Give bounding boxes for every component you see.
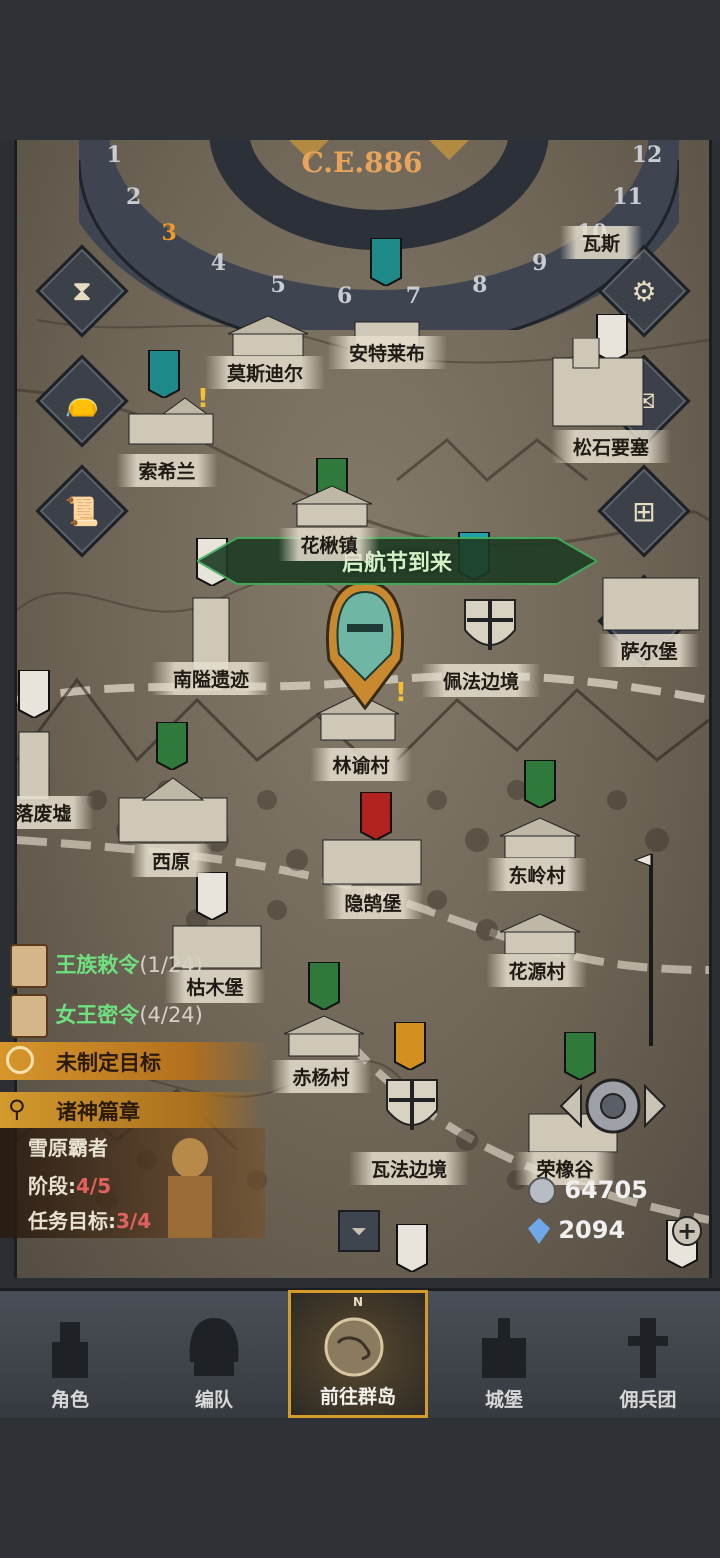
banner-green: [308, 962, 340, 1010]
location-label[interactable]: 瓦斯: [559, 226, 643, 259]
gear-icon: ⚙: [631, 274, 657, 308]
silver-coin-icon: [528, 1177, 556, 1205]
location-label[interactable]: 南隘遗迹: [150, 662, 272, 695]
location-label[interactable]: 萨尔堡: [598, 634, 700, 667]
location-label[interactable]: 索希兰: [116, 454, 218, 487]
location-label[interactable]: 花楸镇: [278, 528, 380, 561]
building[interactable]: [279, 1014, 369, 1058]
crystal-icon: [528, 1218, 550, 1244]
building[interactable]: [317, 830, 427, 886]
search-label: 诸神篇章: [56, 1100, 140, 1124]
calendar-month: 4: [210, 250, 227, 277]
chapter-panel[interactable]: 雪原霸者 阶段:4/5 任务目标:3/4: [0, 1128, 265, 1238]
add-resource-button[interactable]: +: [672, 1216, 702, 1246]
location-label[interactable]: 东岭村: [486, 858, 588, 891]
chapter-search-bar[interactable]: ⚲ 诸神篇章: [0, 1092, 265, 1128]
plus-icon: +: [676, 1217, 698, 1245]
location-label[interactable]: 西原: [129, 844, 213, 877]
calendar-month: 9: [531, 250, 548, 277]
building[interactable]: [543, 338, 653, 428]
building[interactable]: [357, 1070, 467, 1146]
banner-green: [524, 760, 556, 808]
crystal-resource: 2094: [528, 1216, 625, 1244]
calendar-month: 7: [405, 282, 421, 309]
quest-alert-icon: !: [395, 678, 407, 708]
map-scroll-flag[interactable]: [631, 850, 661, 1050]
calendar-month: 8: [472, 271, 488, 298]
castle-gate-icon: ⊞: [632, 494, 656, 528]
banner-teal: [370, 238, 402, 286]
target-icon: [6, 1046, 34, 1074]
calendar-month: 11: [612, 183, 643, 210]
compass-north: N: [352, 1295, 364, 1309]
castle-icon: [482, 1318, 526, 1378]
mercenary-icon: [628, 1318, 668, 1378]
goal-label: 未制定目标: [56, 1051, 161, 1075]
location-label[interactable]: 莫斯迪尔: [204, 356, 326, 389]
banner-teal: [148, 350, 180, 398]
nav-formation[interactable]: 编队: [144, 1290, 284, 1418]
chapter-hero-art: [168, 1138, 212, 1238]
nav-character[interactable]: 角色: [0, 1290, 140, 1418]
chapter-title: 雪原霸者: [28, 1136, 108, 1160]
scroll-icon: 📜: [64, 494, 100, 528]
calendar-year: C.E.886: [301, 146, 423, 179]
banner-green: [156, 722, 188, 770]
nav-archipelago[interactable]: N 前往群岛: [288, 1290, 428, 1418]
search-icon: ⚲: [8, 1095, 26, 1123]
top-band: [0, 0, 720, 140]
location-label[interactable]: 落废墟: [17, 796, 94, 829]
building[interactable]: [223, 314, 313, 358]
location-label[interactable]: 松石要塞: [550, 430, 672, 463]
calendar-month: 5: [270, 271, 286, 298]
silver-resource: 64705: [528, 1176, 648, 1205]
calendar-month: 3: [161, 220, 177, 247]
helmet-icon: [189, 1318, 239, 1376]
building[interactable]: [597, 560, 707, 632]
nav-castle[interactable]: 城堡: [434, 1290, 574, 1418]
scroll-icon: [10, 944, 48, 988]
quest-royal-decree[interactable]: 王族敕令(1/24): [0, 944, 203, 988]
banner-white: [396, 1224, 428, 1272]
bottom-band: [0, 1418, 720, 1558]
quest-queen-order[interactable]: 女王密令(4/24): [0, 994, 203, 1038]
calendar-month: 12: [631, 142, 663, 169]
collapse-button[interactable]: ⏷: [338, 1210, 380, 1252]
location-label[interactable]: 安特莱布: [326, 336, 448, 369]
building[interactable]: [287, 484, 377, 528]
banner-orange: [394, 1022, 426, 1070]
chapter-stage: 阶段:4/5: [28, 1174, 112, 1198]
money-bag-icon: 👝: [64, 384, 100, 418]
location-label[interactable]: 花源村: [486, 954, 588, 987]
location-label[interactable]: 瓦法边境: [348, 1152, 470, 1185]
location-label[interactable]: 林谕村: [310, 748, 412, 781]
location-label[interactable]: 佩法边境: [420, 664, 542, 697]
calendar-month: 6: [336, 282, 353, 309]
compass-globe-icon: [324, 1317, 384, 1377]
nav-mercenary[interactable]: 佣兵团: [578, 1290, 718, 1418]
festival-text: 启航节到来: [341, 551, 452, 576]
festival-banner[interactable]: 启航节到来: [197, 532, 597, 590]
location-label[interactable]: 隐鹄堡: [322, 886, 424, 919]
building[interactable]: [495, 912, 585, 956]
building[interactable]: [435, 590, 545, 660]
knight-icon: [52, 1322, 88, 1378]
location-label[interactable]: 赤杨村: [270, 1060, 372, 1093]
building[interactable]: [17, 726, 51, 802]
chapter-task: 任务目标:3/4: [28, 1209, 152, 1233]
hourglass-icon: ⧗: [72, 274, 92, 307]
calendar-month: 1: [106, 142, 122, 169]
goal-bar[interactable]: 未制定目标: [0, 1042, 270, 1080]
building[interactable]: [189, 588, 233, 672]
scroll-icon: [10, 994, 48, 1038]
banner-white: [18, 670, 50, 718]
calendar-month: 2: [125, 183, 142, 210]
crosshair-button[interactable]: [557, 1064, 669, 1148]
building[interactable]: [113, 774, 233, 844]
collapse-icon: ⏷: [351, 1219, 367, 1243]
building[interactable]: [495, 816, 585, 860]
